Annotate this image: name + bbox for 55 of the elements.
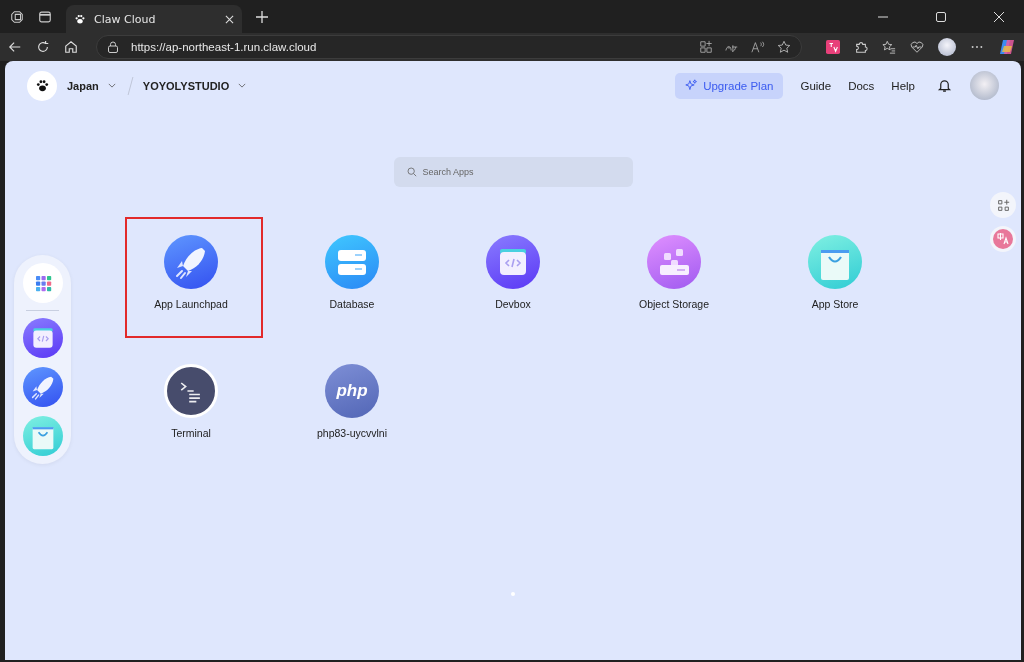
browser-tab[interactable]: Claw Cloud	[66, 5, 242, 33]
shopping-bag-icon[interactable]	[808, 235, 862, 289]
storage-blocks-icon[interactable]	[647, 235, 701, 289]
upgrade-plan-button[interactable]: Upgrade Plan	[675, 72, 784, 99]
nav-link[interactable]: Guide	[800, 79, 832, 92]
nav-link[interactable]: Docs	[848, 79, 875, 92]
split-screen-icon[interactable]	[699, 40, 713, 54]
code-window-icon[interactable]	[22, 318, 63, 358]
close-window-icon[interactable]	[994, 11, 1004, 22]
translate-extension-icon[interactable]	[826, 40, 840, 54]
sparkle-icon	[685, 79, 699, 92]
bell-icon[interactable]	[937, 78, 952, 93]
app-label[interactable]: App Store	[811, 298, 859, 310]
refresh-icon[interactable]	[36, 40, 50, 54]
nav-link[interactable]: Help	[891, 79, 915, 92]
search-field[interactable]: Search Apps	[393, 157, 633, 187]
maximize-icon[interactable]	[936, 11, 946, 22]
rocket-icon[interactable]	[22, 367, 63, 407]
app-label[interactable]: Database	[329, 298, 375, 310]
close-icon[interactable]	[225, 14, 234, 24]
tab-actions-icon[interactable]	[38, 9, 52, 24]
profile-avatar[interactable]	[938, 38, 956, 56]
star-icon[interactable]	[777, 40, 791, 54]
paw-icon	[74, 13, 86, 25]
workspace-selector[interactable]: YOYOLYSTUDIO	[142, 79, 230, 92]
puzzle-icon[interactable]	[854, 40, 868, 54]
app-label[interactable]: php83-uycvvlni	[316, 427, 387, 439]
home-icon[interactable]	[64, 40, 78, 54]
copilot-icon[interactable]	[998, 38, 1016, 56]
search-icon	[406, 167, 417, 177]
lock-icon	[107, 41, 119, 53]
terminal-icon[interactable]	[164, 364, 218, 418]
region-selector[interactable]: Japan	[67, 79, 99, 92]
url-text: https://ap-northeast-1.run.claw.cloud	[131, 41, 317, 53]
read-aloud-icon[interactable]	[751, 40, 765, 54]
php-logo[interactable]: php	[325, 364, 379, 418]
app-label[interactable]: App Launchpad	[154, 298, 228, 310]
chevron-down-icon[interactable]	[107, 83, 116, 88]
back-icon[interactable]	[8, 40, 22, 54]
paw-logo[interactable]	[27, 70, 57, 101]
code-window-icon[interactable]	[486, 235, 540, 289]
app-label[interactable]: Terminal	[171, 427, 211, 439]
new-tab-icon[interactable]	[256, 10, 268, 23]
add-widget-icon[interactable]	[990, 192, 1016, 218]
workspaces-icon[interactable]	[10, 9, 24, 24]
app-grid-icon[interactable]	[22, 263, 63, 303]
address-bar[interactable]: https://ap-northeast-1.run.claw.cloud	[96, 35, 802, 59]
app-label[interactable]: Object Storage	[638, 298, 709, 310]
chevron-down-icon[interactable]	[238, 83, 247, 88]
database-icon[interactable]	[325, 235, 379, 289]
favorites-icon[interactable]	[882, 40, 896, 54]
heart-pulse-icon[interactable]	[910, 40, 924, 54]
page-dot[interactable]	[511, 592, 515, 596]
app-label[interactable]: Devbox	[495, 298, 531, 310]
rocket-icon[interactable]	[164, 235, 218, 289]
